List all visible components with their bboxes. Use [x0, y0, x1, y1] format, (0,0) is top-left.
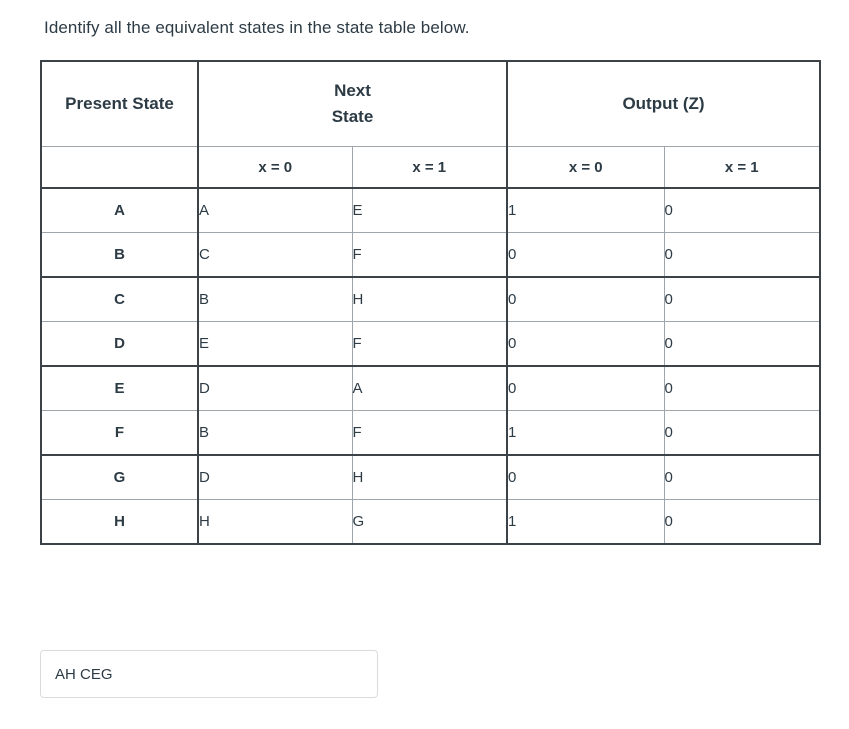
cell-out-x1: 0 — [663, 499, 821, 545]
state-table: Present State Next State Output (Z) x = … — [40, 60, 822, 545]
state-table-container: Present State Next State Output (Z) x = … — [40, 60, 822, 545]
cell-out-x1: 0 — [663, 454, 821, 500]
cell-present-state: A — [40, 187, 199, 233]
header-present-state: Present State — [40, 60, 199, 147]
table-row: C B H 0 0 — [40, 276, 821, 322]
cell-out-x0: 0 — [506, 321, 665, 367]
cell-out-x0: 1 — [506, 187, 665, 233]
cell-out-x0: 0 — [506, 454, 665, 500]
header-output-z: Output (Z) — [506, 60, 821, 147]
header-next-state-line1: Next — [334, 81, 371, 100]
cell-next-x1: A — [351, 365, 509, 411]
cell-next-x1: F — [351, 232, 509, 278]
table-row: B C F 0 0 — [40, 232, 821, 278]
cell-next-x1: F — [351, 321, 509, 367]
cell-present-state: F — [40, 410, 199, 456]
cell-next-x0: D — [197, 365, 353, 411]
table-row: E D A 0 0 — [40, 365, 821, 411]
cell-out-x1: 0 — [663, 410, 821, 456]
table-row: D E F 0 0 — [40, 321, 821, 367]
cell-out-x0: 0 — [506, 276, 665, 322]
cell-out-x1: 0 — [663, 232, 821, 278]
cell-out-x0: 0 — [506, 365, 665, 411]
cell-next-x0: H — [197, 499, 353, 545]
table-row: H H G 1 0 — [40, 499, 821, 545]
cell-out-x1: 0 — [663, 321, 821, 367]
table-subheader-row: x = 0 x = 1 x = 0 x = 1 — [40, 146, 821, 189]
table-row: G D H 0 0 — [40, 454, 821, 500]
cell-next-x1: H — [351, 276, 509, 322]
cell-present-state: E — [40, 365, 199, 411]
cell-next-x0: C — [197, 232, 353, 278]
header-next-state-line2: State — [331, 107, 374, 126]
answer-input[interactable] — [40, 650, 378, 698]
subheader-out-x1: x = 1 — [663, 146, 821, 189]
table-row: F B F 1 0 — [40, 410, 821, 456]
question-page: Identify all the equivalent states in th… — [0, 0, 849, 729]
cell-next-x1: E — [351, 187, 509, 233]
cell-out-x0: 0 — [506, 232, 665, 278]
cell-present-state: H — [40, 499, 199, 545]
cell-out-x0: 1 — [506, 499, 665, 545]
cell-out-x1: 0 — [663, 187, 821, 233]
cell-out-x1: 0 — [663, 365, 821, 411]
cell-present-state: D — [40, 321, 199, 367]
subheader-present-blank — [40, 146, 199, 189]
subheader-next-x1: x = 1 — [351, 146, 509, 189]
cell-next-x1: H — [351, 454, 509, 500]
cell-present-state: G — [40, 454, 199, 500]
cell-next-x0: A — [197, 187, 353, 233]
cell-next-x0: B — [197, 276, 353, 322]
cell-present-state: B — [40, 232, 199, 278]
cell-out-x0: 1 — [506, 410, 665, 456]
header-next-state: Next State — [197, 60, 509, 147]
cell-next-x0: E — [197, 321, 353, 367]
cell-next-x0: D — [197, 454, 353, 500]
subheader-next-x0: x = 0 — [197, 146, 353, 189]
answer-row — [40, 650, 378, 698]
cell-next-x0: B — [197, 410, 353, 456]
cell-out-x1: 0 — [663, 276, 821, 322]
table-header-row-groups: Present State Next State Output (Z) — [40, 60, 821, 147]
cell-present-state: C — [40, 276, 199, 322]
table-row: A A E 1 0 — [40, 187, 821, 233]
question-prompt: Identify all the equivalent states in th… — [44, 18, 470, 37]
subheader-out-x0: x = 0 — [506, 146, 665, 189]
cell-next-x1: G — [351, 499, 509, 545]
cell-next-x1: F — [351, 410, 509, 456]
